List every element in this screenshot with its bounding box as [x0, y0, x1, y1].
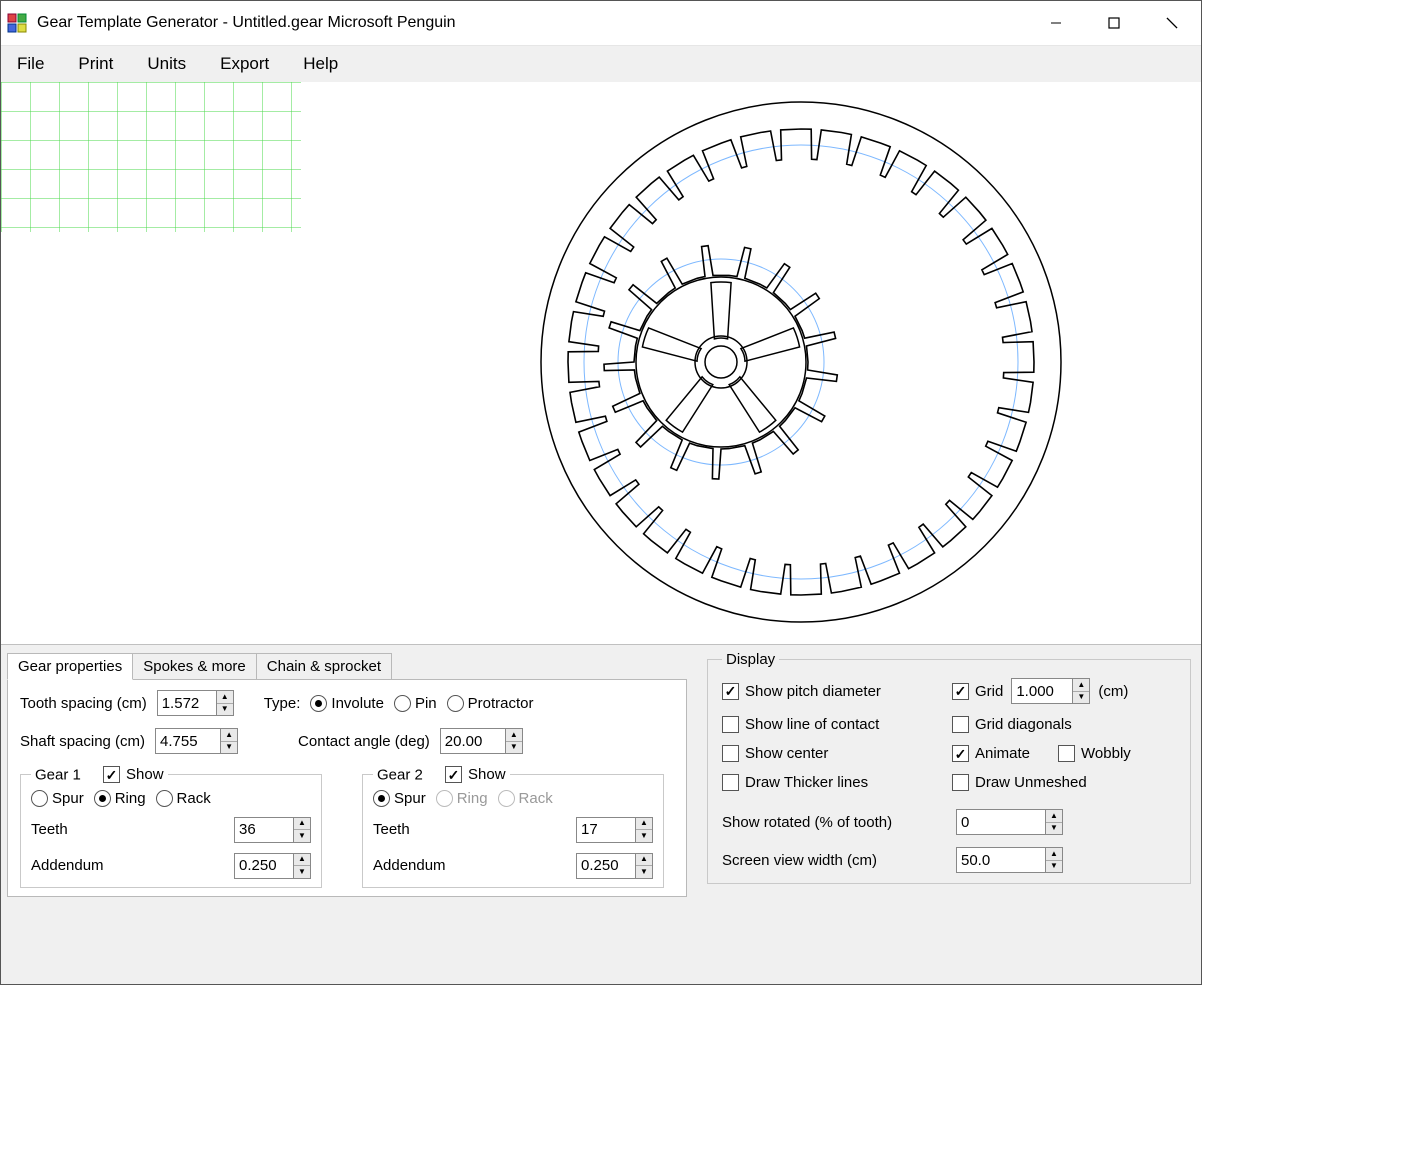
gear2-show-check[interactable]: Show: [445, 766, 506, 783]
spin-buttons[interactable]: ▲▼: [216, 691, 233, 715]
tab-body: Tooth spacing (cm) ▲▼ Type: Involute Pin…: [7, 679, 687, 897]
shaft-spacing-spinner[interactable]: ▲▼: [155, 728, 238, 754]
minimize-button[interactable]: [1027, 1, 1085, 45]
app-window: Gear Template Generator - Untitled.gear …: [0, 0, 1202, 985]
shaft-spacing-label: Shaft spacing (cm): [20, 733, 145, 750]
menu-file[interactable]: File: [11, 50, 50, 78]
gear2-addendum-spinner[interactable]: ▲▼: [576, 853, 653, 879]
menu-print[interactable]: Print: [72, 50, 119, 78]
gear-drawing: [1, 82, 1201, 644]
left-panel: Gear properties Spokes & more Chain & sp…: [1, 645, 697, 984]
titlebar: Gear Template Generator - Untitled.gear …: [1, 1, 1201, 45]
gear1-addendum-input[interactable]: [235, 854, 293, 878]
gear2-fieldset: Gear 2 Show Spur Ring Rack Teeth: [362, 766, 664, 888]
contact-angle-input[interactable]: [441, 729, 505, 753]
gear1-fieldset: Gear 1 Show Spur Ring Rack Teeth: [20, 766, 322, 888]
gear2-rack-radio: Rack: [498, 790, 553, 807]
window-controls: [1027, 1, 1201, 45]
wobbly-check[interactable]: Wobbly: [1058, 745, 1131, 762]
spin-buttons[interactable]: ▲▼: [505, 729, 522, 753]
bottom-panels: Gear properties Spokes & more Chain & sp…: [1, 644, 1201, 984]
gear2-teeth-label: Teeth: [373, 821, 410, 838]
radio-label: Pin: [415, 695, 437, 712]
gear1-legend: Gear 1 Show: [31, 766, 168, 784]
gear1-ring-radio[interactable]: Ring: [94, 790, 146, 807]
close-button[interactable]: [1143, 1, 1201, 45]
grid-value-input[interactable]: [1012, 679, 1072, 703]
gear1-teeth-spinner[interactable]: ▲▼: [234, 817, 311, 843]
screen-view-width-label: Screen view width (cm): [722, 852, 942, 869]
show-rotated-input[interactable]: [957, 810, 1045, 834]
draw-thicker-lines-check[interactable]: Draw Thicker lines: [722, 774, 942, 791]
tab-spokes-and-more[interactable]: Spokes & more: [132, 653, 257, 680]
tabs: Gear properties Spokes & more Chain & sp…: [7, 651, 687, 679]
draw-unmeshed-check[interactable]: Draw Unmeshed: [952, 774, 1176, 791]
canvas-area[interactable]: [1, 82, 1201, 644]
gear1-spur-radio[interactable]: Spur: [31, 790, 84, 807]
type-involute-radio[interactable]: Involute: [310, 695, 384, 712]
gear2-spur-radio[interactable]: Spur: [373, 790, 426, 807]
show-pitch-diameter-check[interactable]: Show pitch diameter: [722, 683, 942, 700]
maximize-button[interactable]: [1085, 1, 1143, 45]
menu-units[interactable]: Units: [141, 50, 192, 78]
window-title: Gear Template Generator - Untitled.gear …: [37, 14, 456, 32]
spin-buttons[interactable]: ▲▼: [220, 729, 237, 753]
menu-help[interactable]: Help: [297, 50, 344, 78]
radio-label: Protractor: [468, 695, 534, 712]
display-legend: Display: [722, 651, 779, 668]
grid-spinner[interactable]: ▲▼: [1011, 678, 1090, 704]
gear2-teeth-spinner[interactable]: ▲▼: [576, 817, 653, 843]
screen-view-width-spinner[interactable]: ▲▼: [956, 847, 1063, 873]
show-rotated-spinner[interactable]: ▲▼: [956, 809, 1063, 835]
gear2-ring-radio: Ring: [436, 790, 488, 807]
contact-angle-label: Contact angle (deg): [298, 733, 430, 750]
show-center-check[interactable]: Show center: [722, 745, 942, 762]
check-label: Show: [468, 766, 506, 783]
gear1-rack-radio[interactable]: Rack: [156, 790, 211, 807]
gear1-teeth-label: Teeth: [31, 821, 68, 838]
type-protractor-radio[interactable]: Protractor: [447, 695, 534, 712]
tooth-spacing-input[interactable]: [158, 691, 216, 715]
app-icon: [7, 13, 27, 33]
gear1-addendum-label: Addendum: [31, 857, 104, 874]
grid-diagonals-check[interactable]: Grid diagonals: [952, 716, 1176, 733]
tooth-spacing-spinner[interactable]: ▲▼: [157, 690, 234, 716]
type-label: Type:: [264, 695, 301, 712]
screen-view-width-input[interactable]: [957, 848, 1045, 872]
menu-export[interactable]: Export: [214, 50, 275, 78]
contact-angle-spinner[interactable]: ▲▼: [440, 728, 523, 754]
gear2-teeth-input[interactable]: [577, 818, 635, 842]
type-pin-radio[interactable]: Pin: [394, 695, 437, 712]
show-rotated-label: Show rotated (% of tooth): [722, 814, 942, 831]
gear1-show-check[interactable]: Show: [103, 766, 164, 783]
display-fieldset: Display Show pitch diameter Grid ▲▼ (cm)…: [707, 651, 1191, 884]
tab-gear-properties[interactable]: Gear properties: [7, 653, 133, 680]
gear2-legend: Gear 2 Show: [373, 766, 510, 784]
gear2-addendum-input[interactable]: [577, 854, 635, 878]
check-label: Show: [126, 766, 164, 783]
right-panel: Display Show pitch diameter Grid ▲▼ (cm)…: [697, 645, 1201, 984]
gear2-addendum-label: Addendum: [373, 857, 446, 874]
gear1-addendum-spinner[interactable]: ▲▼: [234, 853, 311, 879]
tooth-spacing-label: Tooth spacing (cm): [20, 695, 147, 712]
grid-unit-label: (cm): [1098, 683, 1128, 700]
grid-check[interactable]: Grid: [952, 683, 1003, 700]
menubar: File Print Units Export Help: [1, 45, 1201, 82]
radio-label: Involute: [331, 695, 384, 712]
animate-check[interactable]: Animate: [952, 745, 1030, 762]
gear1-teeth-input[interactable]: [235, 818, 293, 842]
tab-chain-and-sprocket[interactable]: Chain & sprocket: [256, 653, 392, 680]
show-line-of-contact-check[interactable]: Show line of contact: [722, 716, 942, 733]
shaft-spacing-input[interactable]: [156, 729, 220, 753]
